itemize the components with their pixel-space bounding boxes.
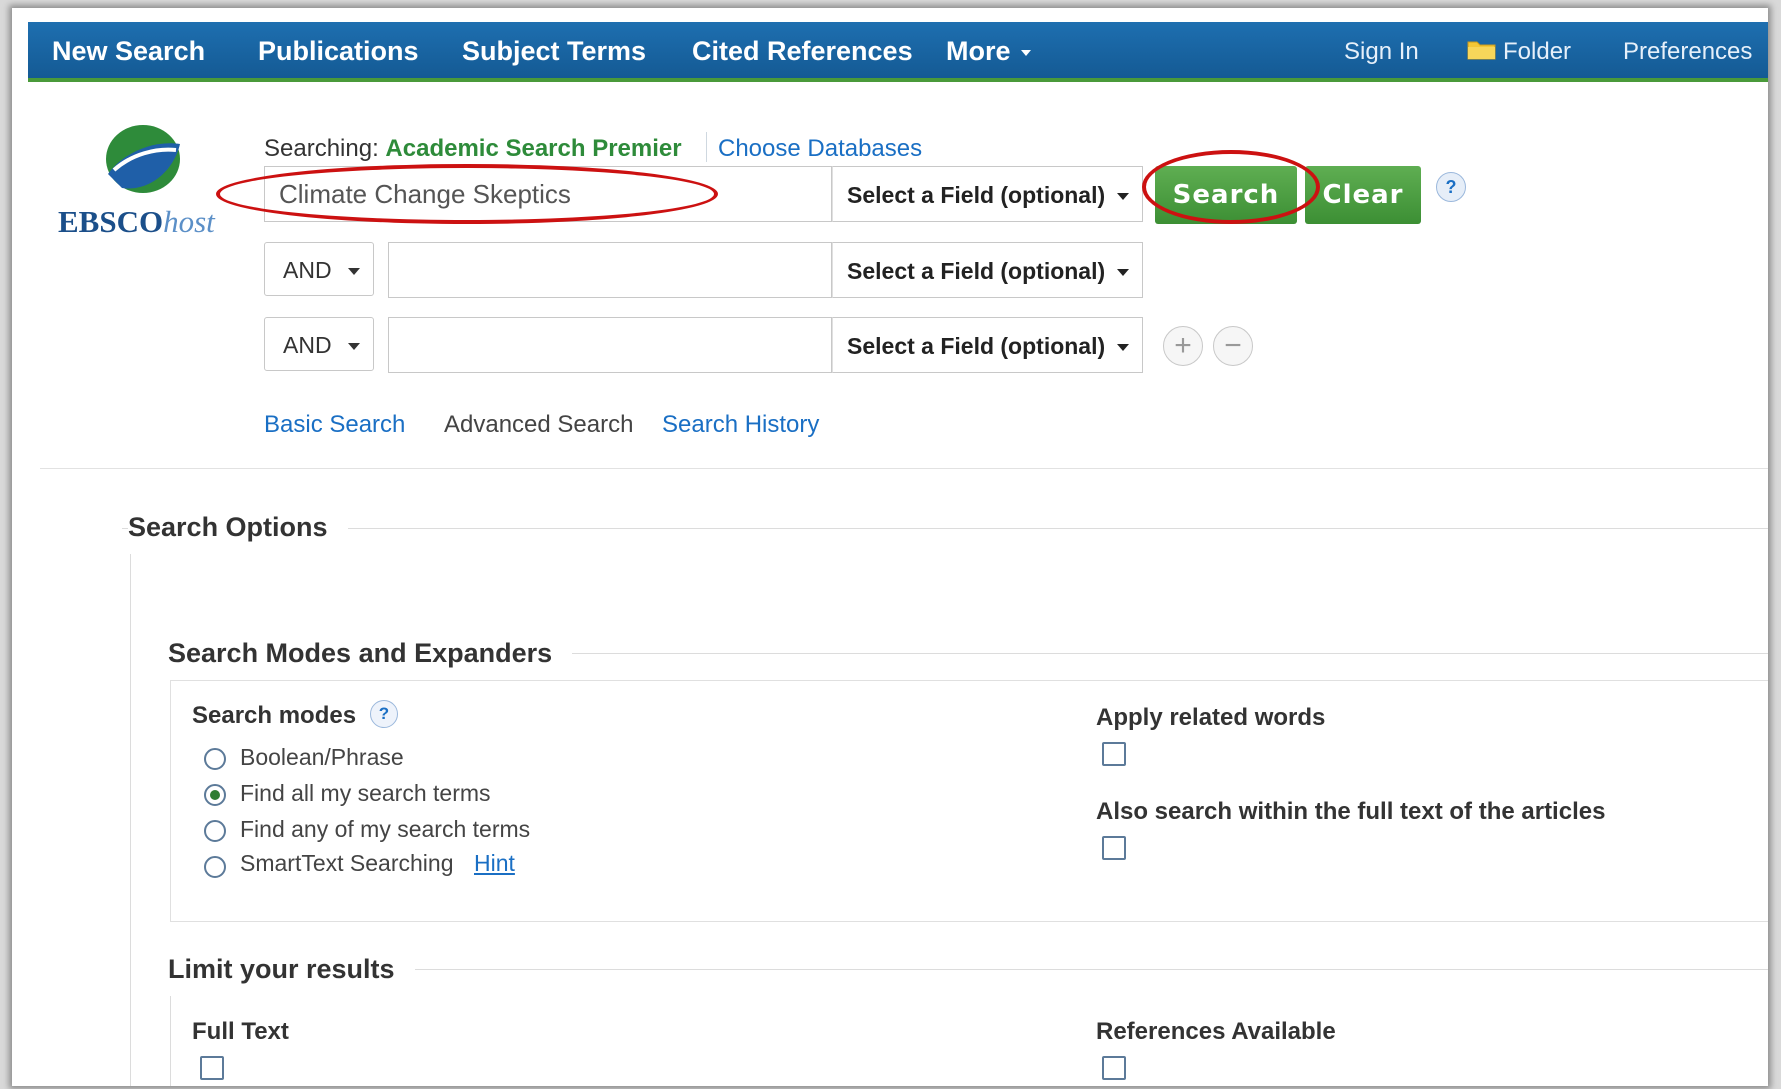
boolean-select-3[interactable]: AND — [264, 317, 374, 371]
nav-folder[interactable]: Folder — [1503, 38, 1571, 66]
references-checkbox[interactable] — [1102, 1056, 1126, 1080]
radio-smarttext[interactable] — [204, 856, 226, 878]
search-button[interactable]: Search — [1155, 166, 1297, 224]
field-select-2[interactable]: Select a Field (optional) — [832, 242, 1143, 298]
searching-database: Searching: Academic Search Premier — [264, 135, 682, 162]
nav-cited-references[interactable]: Cited References — [692, 36, 913, 67]
section-rule — [122, 528, 1768, 529]
nav-preferences[interactable]: Preferences — [1623, 38, 1752, 66]
search-input-1[interactable] — [264, 166, 832, 222]
browser-window: New Search Publications Subject Terms Ci… — [12, 8, 1768, 1086]
chevron-down-icon — [347, 268, 360, 276]
hint-link[interactable]: Hint — [474, 850, 515, 877]
full-text-label: Full Text — [192, 1018, 289, 1045]
advanced-search-link: Advanced Search — [444, 411, 634, 438]
help-icon[interactable]: ? — [1436, 172, 1466, 202]
field-select-3[interactable]: Select a Field (optional) — [832, 317, 1143, 373]
folder-icon — [1467, 41, 1496, 60]
boolean-select-2[interactable]: AND — [264, 242, 374, 296]
remove-row-button[interactable]: − — [1213, 326, 1253, 366]
apply-related-checkbox[interactable] — [1102, 742, 1126, 766]
database-name: Academic Search Premier — [385, 135, 682, 162]
add-row-button[interactable]: + — [1163, 326, 1203, 366]
references-label: References Available — [1096, 1018, 1336, 1045]
radio-label: Boolean/Phrase — [240, 744, 404, 770]
radio-label: Find any of my search terms — [240, 816, 531, 842]
radio-find-all[interactable] — [204, 784, 226, 806]
full-text-search-checkbox[interactable] — [1102, 836, 1126, 860]
help-icon[interactable]: ? — [370, 700, 398, 728]
limit-section-title: Limit your results — [168, 954, 415, 985]
ebsco-logo-icon — [106, 125, 180, 193]
search-history-link[interactable]: Search History — [662, 411, 819, 439]
nav-subject-terms[interactable]: Subject Terms — [462, 36, 646, 67]
nav-more-label: More — [946, 36, 1011, 66]
search-options-title: Search Options — [128, 512, 348, 543]
section-border — [170, 996, 171, 1086]
search-input-2[interactable] — [388, 242, 832, 298]
nav-sign-in[interactable]: Sign In — [1344, 38, 1419, 66]
radio-label: Find all my search terms — [240, 780, 491, 806]
radio-label: SmartText Searching — [240, 850, 454, 876]
full-text-checkbox[interactable] — [200, 1056, 224, 1080]
ebsco-logo-text: EBSCOhost — [58, 204, 215, 239]
full-text-search-label: Also search within the full text of the … — [1096, 798, 1606, 825]
radio-boolean-phrase[interactable] — [204, 748, 226, 770]
divider — [706, 132, 707, 162]
chevron-down-icon — [1117, 344, 1130, 352]
clear-button[interactable]: Clear — [1305, 166, 1421, 224]
radio-find-any[interactable] — [204, 820, 226, 842]
search-input-3[interactable] — [388, 317, 832, 373]
nav-more[interactable]: More — [946, 36, 1031, 67]
chevron-down-icon — [1020, 49, 1031, 56]
modes-section-title: Search Modes and Expanders — [168, 638, 573, 669]
top-nav-bar: New Search Publications Subject Terms Ci… — [28, 22, 1768, 82]
nav-new-search[interactable]: New Search — [52, 36, 205, 67]
section-border — [130, 554, 131, 1086]
search-modes-label: Search modes — [192, 702, 357, 729]
basic-search-link[interactable]: Basic Search — [264, 411, 405, 439]
field-select-1[interactable]: Select a Field (optional) — [832, 166, 1143, 222]
apply-related-label: Apply related words — [1096, 704, 1326, 731]
chevron-down-icon — [1117, 193, 1130, 201]
nav-publications[interactable]: Publications — [258, 36, 419, 67]
divider — [40, 468, 1768, 469]
chevron-down-icon — [1117, 269, 1130, 277]
chevron-down-icon — [347, 343, 360, 351]
choose-databases-link[interactable]: Choose Databases — [718, 135, 922, 163]
